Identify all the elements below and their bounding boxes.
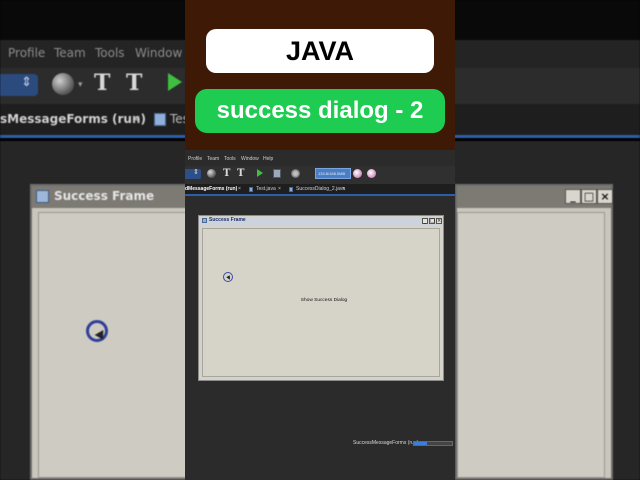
java-file-icon (289, 187, 293, 192)
menu-team[interactable]: Team (207, 156, 219, 162)
combo-icon: ⇕ (193, 168, 199, 176)
menu-help[interactable]: Help (263, 156, 273, 162)
status-run-label[interactable]: SuccessMessageForms (run) (353, 440, 418, 446)
background-minimize-icon: _ (565, 189, 581, 204)
profile-icon[interactable] (273, 169, 281, 178)
background-frame-right: _ □ × (455, 184, 613, 480)
success-frame-window: Success Frame _ □ × Show Success Dialog (198, 215, 444, 381)
busy-cursor-icon (223, 272, 233, 282)
ide-bottom-area (185, 448, 455, 480)
menu-tools[interactable]: Tools (224, 156, 236, 162)
run-progress-fill (414, 442, 428, 445)
netbeans-ide: Profile Team Tools Window Help ⇕ T T 133… (185, 150, 455, 480)
tab-close-icon[interactable]: × (278, 186, 281, 192)
hammer-icon[interactable]: T (223, 168, 230, 179)
project-combo[interactable]: ⇕ (185, 168, 201, 179)
close-icon[interactable]: × (436, 218, 442, 224)
java-file-icon (249, 187, 253, 192)
gc-icon[interactable] (353, 169, 362, 178)
background-frame-title: Success Frame (54, 189, 155, 203)
overlay-subtitle: success dialog - 2 (195, 89, 445, 133)
success-frame-titlebar[interactable]: Success Frame _ □ × (200, 217, 442, 225)
background-play-icon (168, 73, 182, 91)
overlay-title: JAVA (206, 29, 434, 73)
background-caret-icon: ▾ (78, 80, 83, 90)
background-frame-left: Success Frame (30, 184, 200, 480)
minimize-icon[interactable]: _ (422, 218, 428, 224)
background-menu-profile: Profile (8, 46, 46, 60)
java-app-icon (202, 218, 207, 223)
tab-run-output[interactable]: dMessageForms (run) (185, 186, 237, 192)
background-menu-window: Window (135, 46, 183, 60)
overlay-header: JAVA success dialog - 2 (185, 0, 455, 150)
memory-indicator[interactable]: 133.8/168.0MB (315, 168, 351, 179)
tab-success-dialog-java[interactable]: SuccessDialog_2.java (296, 186, 345, 192)
background-maximize-icon: □ (581, 189, 597, 204)
background-frame-content-right (457, 212, 605, 478)
background-menu-team: Team (54, 46, 86, 60)
globe-icon[interactable] (207, 169, 216, 178)
background-frame-content (38, 212, 198, 478)
menu-profile[interactable]: Profile (188, 156, 202, 162)
tab-test-java[interactable]: Test.java (256, 186, 276, 192)
background-globe-icon (52, 73, 74, 95)
gc-icon-secondary[interactable] (367, 169, 376, 178)
menu-window[interactable]: Window (241, 156, 259, 162)
background-cursor-icon (86, 320, 108, 342)
background-close-icon: × (597, 189, 613, 204)
center-column: JAVA success dialog - 2 Profile Team Too… (185, 0, 455, 480)
run-progress-bar[interactable] (413, 441, 453, 446)
background-combo-icon: ⇕ (0, 74, 38, 96)
tab-close-icon[interactable]: × (238, 186, 241, 192)
success-frame-title: Success Frame (209, 217, 246, 223)
broom-hammer-icon[interactable]: T (237, 168, 244, 179)
background-tab-active: sMessageForms (run) (0, 112, 147, 126)
background-frame-app-icon (36, 190, 49, 203)
maximize-icon[interactable]: □ (429, 218, 435, 224)
background-java-file-icon (154, 113, 166, 126)
background-tab-close-icon: × (131, 112, 142, 126)
show-success-dialog-button[interactable]: Show Success Dialog (293, 297, 355, 305)
background-hammer-icon: T (94, 70, 111, 96)
gear-icon[interactable] (291, 169, 300, 178)
tab-close-icon[interactable]: × (342, 186, 345, 192)
play-icon[interactable] (257, 169, 263, 177)
success-frame-content: Show Success Dialog (202, 228, 440, 377)
background-menu-tools: Tools (95, 46, 125, 60)
background-clean-build-icon: T (126, 70, 143, 96)
